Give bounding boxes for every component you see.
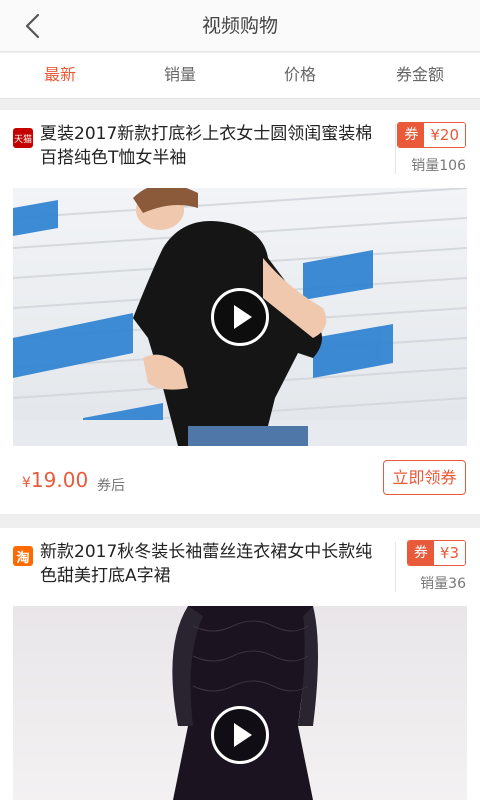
coupon-tag: 券 (398, 123, 425, 147)
product-video[interactable] (13, 188, 467, 446)
product-card[interactable]: 天猫 夏装2017新款打底衫上衣女士圆领闺蜜装棉百搭纯色T恤女半袖 券 ¥20 … (0, 110, 480, 514)
tab-price[interactable]: 价格 (240, 53, 360, 98)
sales-count: 销量106 (411, 158, 466, 174)
product-title[interactable]: 新款2017秋冬装长袖蕾丝连衣裙女中长款纯色甜美打底A字裙 (40, 540, 385, 588)
product-card[interactable]: 淘 新款2017秋冬装长袖蕾丝连衣裙女中长款纯色甜美打底A字裙 券 ¥3 销量3… (0, 528, 480, 800)
coupon-badge[interactable]: 券 ¥3 (406, 540, 466, 566)
product-title[interactable]: 夏装2017新款打底衫上衣女士圆领闺蜜装棉百搭纯色T恤女半袖 (40, 122, 385, 170)
coupon-badge[interactable]: 券 ¥20 (397, 122, 466, 148)
price-note: 券后 (97, 478, 125, 494)
tmall-icon: 天猫 (13, 128, 33, 148)
tab-sales[interactable]: 销量 (120, 53, 240, 98)
coupon-value: ¥3 (433, 541, 465, 565)
sales-count: 销量36 (420, 576, 466, 592)
sort-tabs: 最新 销量 价格 券金额 (0, 53, 480, 99)
divider (395, 124, 396, 174)
currency-symbol: ¥ (22, 475, 31, 491)
page-title: 视频购物 (201, 15, 278, 37)
play-icon[interactable] (211, 288, 269, 346)
coupon-tag: 券 (407, 541, 434, 565)
get-coupon-button[interactable]: 立即领券 (383, 460, 466, 495)
divider (395, 542, 396, 592)
price-value: ¥19.00 (22, 468, 88, 492)
video-thumbnail (172, 606, 318, 800)
tab-coupon-amount[interactable]: 券金额 (360, 53, 480, 98)
top-bar: 视频购物 (0, 0, 480, 52)
product-video[interactable] (13, 606, 467, 800)
price-amount: 19.00 (30, 468, 89, 492)
taobao-icon: 淘 (13, 546, 33, 566)
tab-latest[interactable]: 最新 (0, 53, 120, 98)
play-icon[interactable] (211, 706, 269, 764)
coupon-value: ¥20 (424, 123, 465, 147)
